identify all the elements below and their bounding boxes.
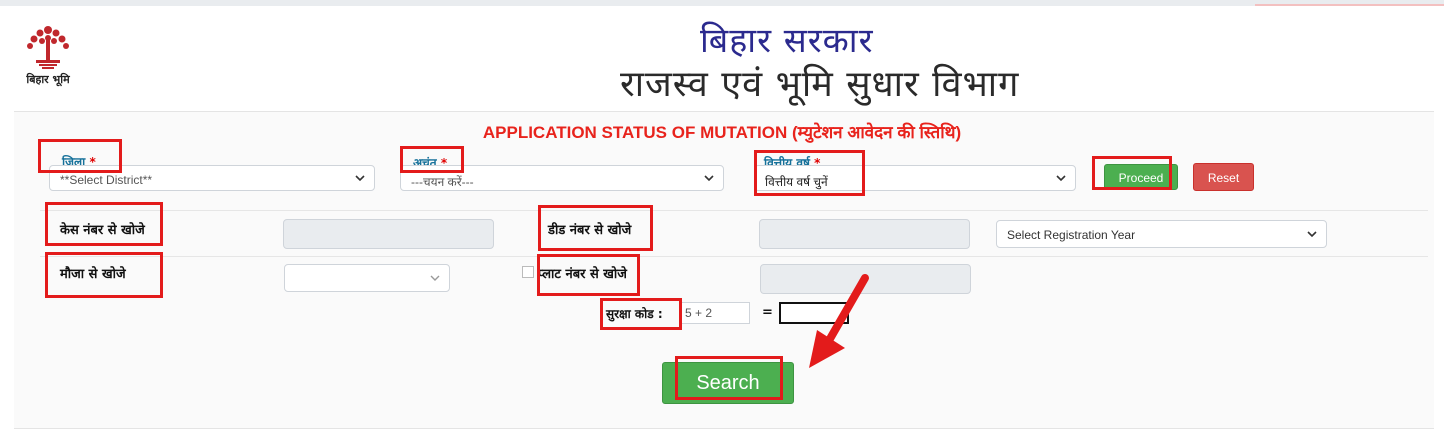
chevron-down-icon: [1306, 228, 1318, 240]
top-strip-accent: [1255, 4, 1444, 6]
district-selected-value: **Select District**: [60, 173, 153, 187]
logo-text: बिहार भूमि: [26, 73, 70, 86]
deed-search-label: डीड नंबर से खोजे: [548, 223, 632, 238]
reset-button[interactable]: Reset: [1193, 163, 1254, 191]
registration-year-value: Select Registration Year: [1007, 228, 1136, 242]
registration-year-select[interactable]: Select Registration Year: [996, 220, 1327, 248]
captcha-question: 5 + 2: [680, 302, 750, 324]
case-number-input[interactable]: [283, 219, 494, 249]
district-select[interactable]: **Select District**: [49, 165, 375, 191]
chevron-down-icon: [354, 172, 366, 184]
circle-selected-value: ---चयन करें---: [411, 175, 474, 189]
case-search-label: केस नंबर से खोजे: [60, 223, 145, 238]
financial-year-selected-value: वित्तीय वर्ष चुनें: [765, 175, 828, 189]
tree-emblem-icon: [27, 26, 69, 69]
divider: [40, 210, 1428, 211]
search-button[interactable]: Search: [662, 362, 794, 404]
divider: [40, 256, 1428, 257]
plot-search-checkbox[interactable]: [522, 266, 534, 278]
government-title: बिहार सरकार: [700, 21, 874, 61]
plot-search-label: प्लाट नंबर से खोजे: [538, 267, 627, 282]
annotation-arrow-icon: [809, 274, 869, 368]
captcha-label: सुरक्षा कोड :: [606, 307, 663, 321]
chevron-down-icon: [429, 272, 441, 284]
deed-number-input[interactable]: [759, 219, 970, 249]
captcha-equals: =: [762, 305, 773, 320]
financial-year-select[interactable]: वित्तीय वर्ष चुनें: [754, 165, 1076, 191]
mauza-search-label: मौजा से खोजे: [60, 267, 126, 282]
proceed-button[interactable]: Proceed: [1104, 164, 1178, 190]
top-strip: [0, 0, 1444, 6]
department-title: राजस्व एवं भूमि सुधार विभाग: [620, 64, 1020, 105]
page-heading: APPLICATION STATUS OF MUTATION (म्युटेशन…: [482, 123, 962, 142]
mauza-select[interactable]: [284, 264, 450, 292]
circle-select[interactable]: ---चयन करें---: [400, 165, 724, 191]
chevron-down-icon: [703, 172, 715, 184]
chevron-down-icon: [1055, 172, 1067, 184]
